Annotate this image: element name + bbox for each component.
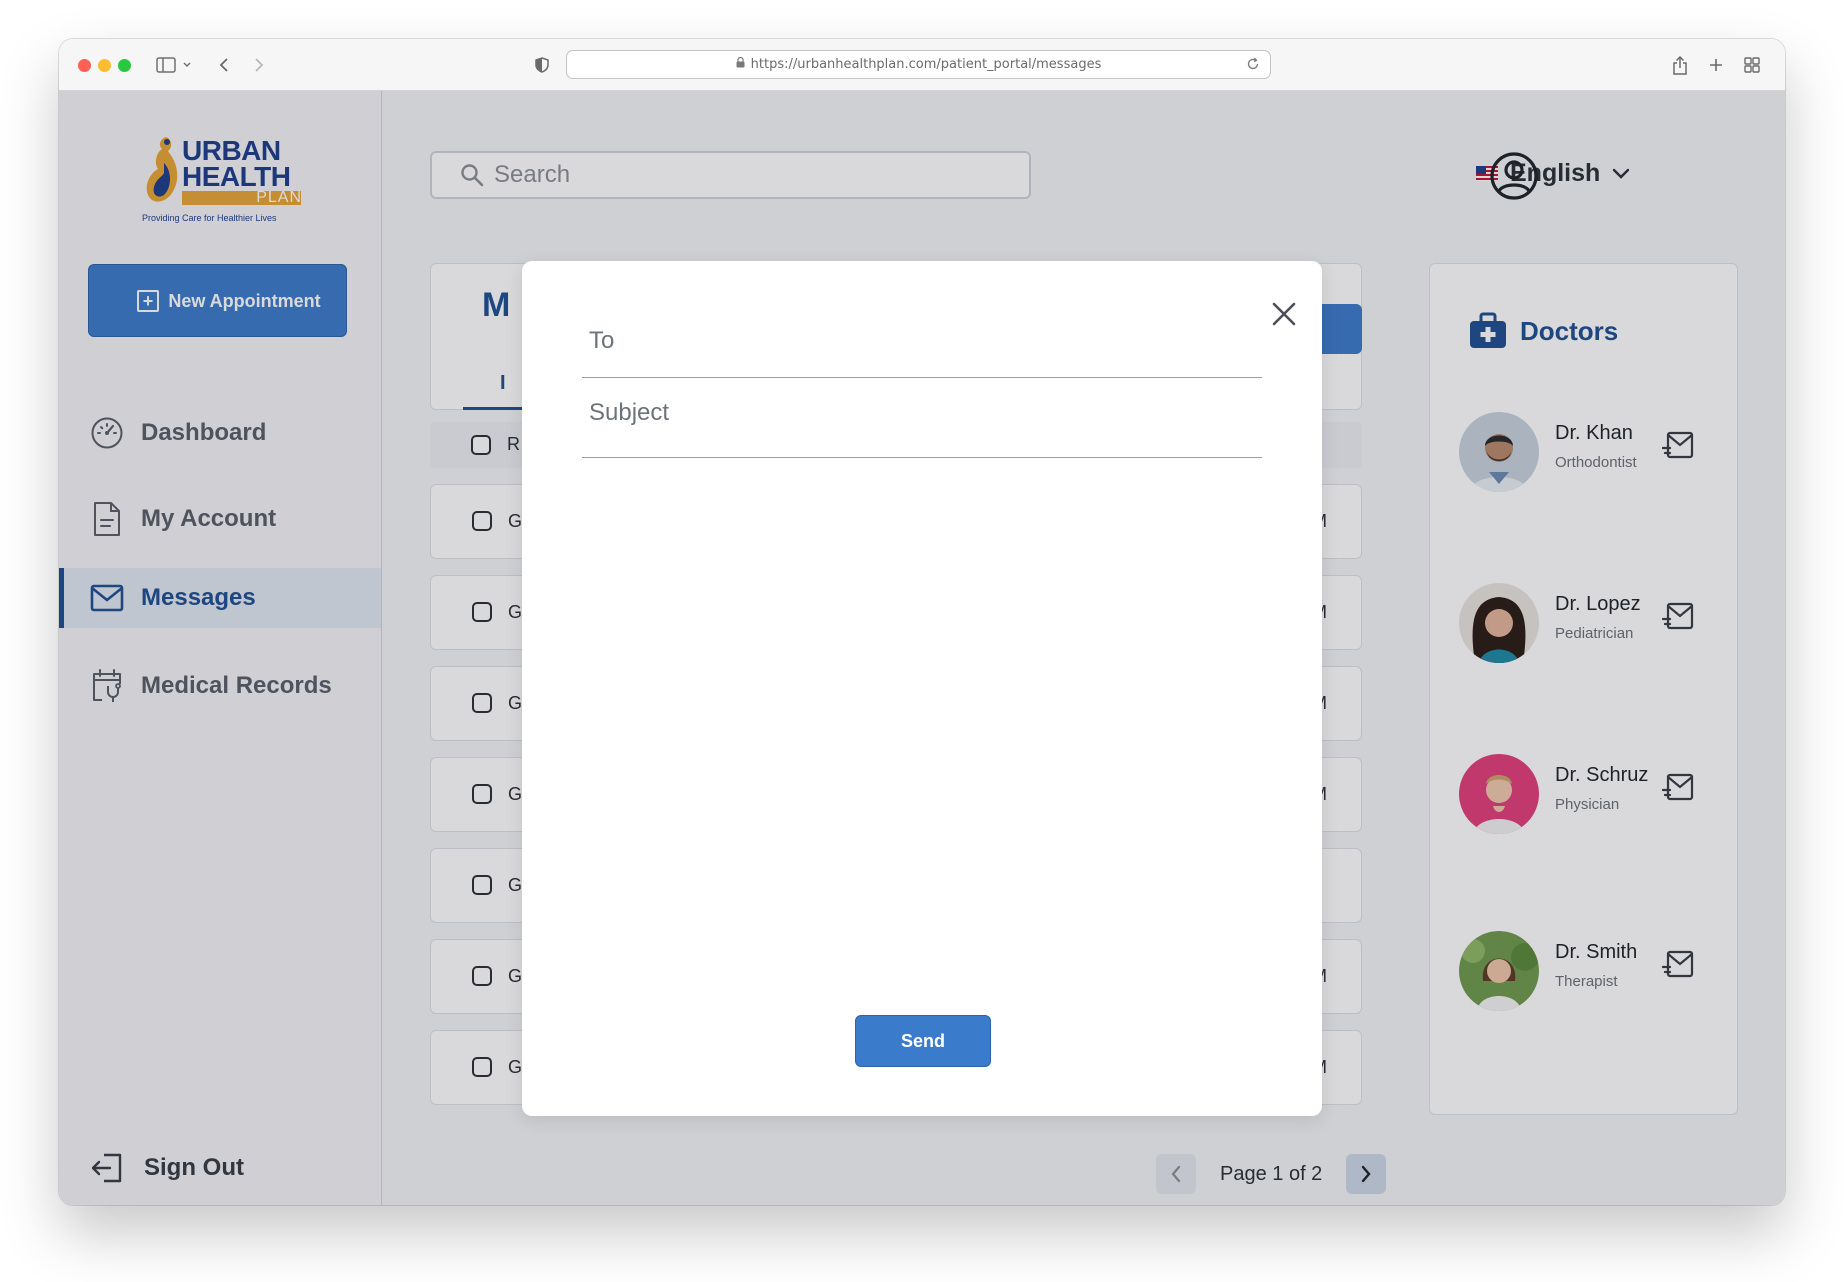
browser-titlebar: https://urbanhealthplan.com/patient_port… bbox=[59, 39, 1785, 91]
patient-portal-app: URBAN HEALTH PLAN Providing Care for Hea… bbox=[59, 91, 1785, 1205]
reload-icon[interactable] bbox=[1246, 57, 1260, 75]
compose-message-dialog: To Subject Send bbox=[522, 261, 1322, 1116]
minimize-window-button[interactable] bbox=[98, 59, 111, 72]
tab-overview-icon[interactable] bbox=[1743, 53, 1761, 77]
lock-icon bbox=[736, 56, 745, 72]
back-arrow-icon[interactable] bbox=[216, 53, 232, 77]
sidebar-toggle-icon[interactable] bbox=[155, 53, 177, 77]
subject-field[interactable]: Subject bbox=[582, 399, 1262, 458]
to-placeholder: To bbox=[589, 327, 615, 354]
share-icon[interactable] bbox=[1671, 53, 1689, 77]
address-url: https://urbanhealthplan.com/patient_port… bbox=[750, 57, 1102, 72]
address-bar[interactable]: https://urbanhealthplan.com/patient_port… bbox=[566, 50, 1271, 79]
privacy-shield-icon[interactable] bbox=[533, 53, 551, 77]
close-window-button[interactable] bbox=[78, 59, 91, 72]
subject-placeholder: Subject bbox=[589, 399, 670, 426]
send-button[interactable]: Send bbox=[855, 1015, 991, 1067]
browser-window: https://urbanhealthplan.com/patient_port… bbox=[59, 39, 1785, 1205]
close-icon[interactable] bbox=[1267, 297, 1301, 331]
chevron-down-icon[interactable] bbox=[181, 53, 193, 77]
maximize-window-button[interactable] bbox=[118, 59, 131, 72]
forward-arrow-icon[interactable] bbox=[251, 53, 267, 77]
to-field[interactable]: To bbox=[582, 327, 1262, 378]
new-tab-icon[interactable] bbox=[1707, 53, 1725, 77]
